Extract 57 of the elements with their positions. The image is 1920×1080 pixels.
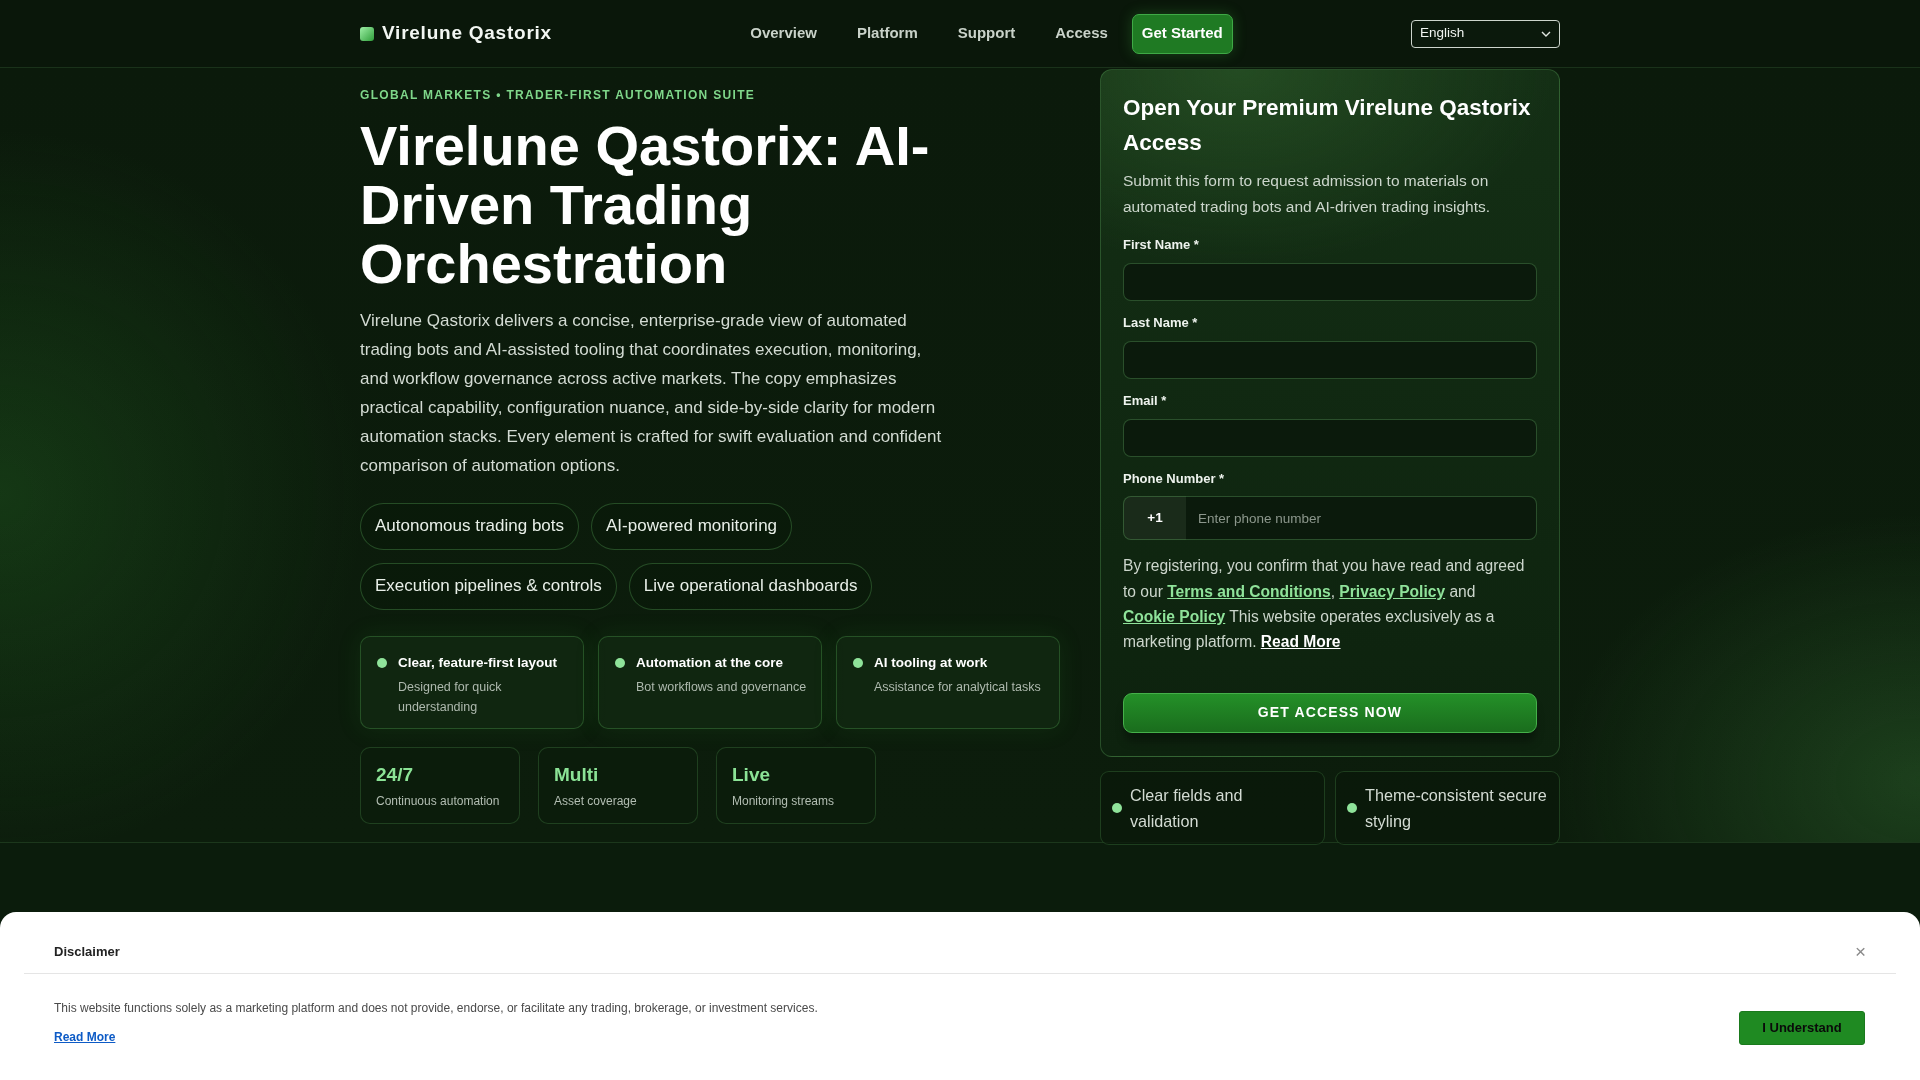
feature-tag: Execution pipelines & controls xyxy=(360,562,617,610)
field-label: First Name * xyxy=(1123,236,1200,255)
get-started-button[interactable]: Get Started xyxy=(1131,13,1233,54)
feature-title: Automation at the core xyxy=(636,653,784,672)
feature-title: AI tooling at work xyxy=(874,653,989,672)
chevron-down-icon xyxy=(1541,30,1551,37)
consent-text: By registering, you confirm that you have read and agreed to our Terms and Conditions, Privacy Policy and Cookie Policy This website operates exclusively as a marketing platform. Read More xyxy=(1123,556,1526,653)
feature-subtitle: Assistance for analytical tasks xyxy=(874,678,1041,696)
field-label: Phone Number * xyxy=(1123,470,1226,489)
feature-subtitle: Designed for quick understanding xyxy=(398,678,503,716)
stat-label: Asset coverage xyxy=(554,792,638,810)
nav-link[interactable]: Access xyxy=(1035,22,1128,45)
feature-tag: Autonomous trading bots xyxy=(360,502,579,550)
status-dot-icon xyxy=(377,657,387,668)
status-dot-icon xyxy=(853,657,863,668)
nav-link[interactable]: Support xyxy=(937,22,1036,45)
policy-link[interactable]: Cookie Policy xyxy=(1123,608,1226,625)
stat-value: Live xyxy=(732,762,772,787)
form-title: Open Your Premium Virelune Qastorix Access xyxy=(1123,94,1532,157)
input-field[interactable] xyxy=(1123,263,1537,302)
input-field[interactable] xyxy=(1123,419,1537,458)
read-more-link[interactable]: Read More xyxy=(54,1028,116,1046)
hero-title: Virelune Qastorix: AI-Driven Trading Orchestration xyxy=(360,117,931,294)
language-select[interactable]: English xyxy=(1411,19,1560,48)
feature-title: Clear, feature-first layout xyxy=(398,653,559,672)
stat-value: Multi xyxy=(554,762,600,787)
policy-link[interactable]: Terms and Conditions xyxy=(1167,582,1331,600)
feature-tag: AI-powered monitoring xyxy=(591,502,793,550)
field-label: Last Name * xyxy=(1123,314,1199,333)
disclaimer-title: Disclaimer xyxy=(54,943,120,961)
nav-link[interactable]: Platform xyxy=(836,22,938,45)
policy-link[interactable]: Privacy Policy xyxy=(1339,582,1446,600)
highlight-text: Theme-consistent secure styling xyxy=(1365,784,1548,832)
nav-link[interactable]: Overview xyxy=(730,22,837,45)
stat-label: Continuous automation xyxy=(376,792,501,810)
status-dot-icon xyxy=(1347,802,1357,813)
field-label: Email * xyxy=(1123,392,1168,411)
status-dot-icon xyxy=(615,657,625,668)
hero-description: Virelune Qastorix delivers a concise, enterprise-grade view of automated trading bots and AI-assisted tooling that coordinates execution, monitoring, and workflow governance across active markets. The copy emphasizes practical capability, configuration nuance, and side-by-side clarity for modern automation stacks. Every element is crafted for swift evaluation and confident comparison of automation options. xyxy=(360,310,943,477)
brand-name[interactable]: Virelune Qastorix xyxy=(382,19,552,48)
get-access-button[interactable]: GET ACCESS NOW xyxy=(1123,692,1537,733)
understand-button[interactable]: I Understand xyxy=(1739,1011,1865,1045)
feature-tag: Live operational dashboards xyxy=(628,562,873,610)
disclaimer-text: This website functions solely as a marketing platform and does not provide, endorse, or facilitate any trading, brokerage, or investment services. xyxy=(54,1000,818,1016)
stat-value: 24/7 xyxy=(376,762,414,787)
form-description: Submit this form to request admission to materials on automated trading bots and AI-driven trading insights. xyxy=(1123,171,1492,217)
country-code-prefix[interactable]: +1 xyxy=(1123,496,1187,541)
feature-subtitle: Bot workflows and governance xyxy=(636,678,807,696)
eyebrow-text: GLOBAL MARKETS • TRADER-FIRST AUTOMATION SUITE xyxy=(360,87,757,103)
logo-icon xyxy=(360,26,374,41)
highlight-text: Clear fields and validation xyxy=(1130,784,1244,832)
read-more-link[interactable]: Read More xyxy=(1260,633,1341,651)
input-field[interactable] xyxy=(1123,341,1537,380)
status-dot-icon xyxy=(1112,802,1122,813)
close-button[interactable]: × xyxy=(1854,943,1866,961)
phone-input[interactable]: Enter phone number xyxy=(1186,496,1537,541)
stat-label: Monitoring streams xyxy=(732,792,836,810)
